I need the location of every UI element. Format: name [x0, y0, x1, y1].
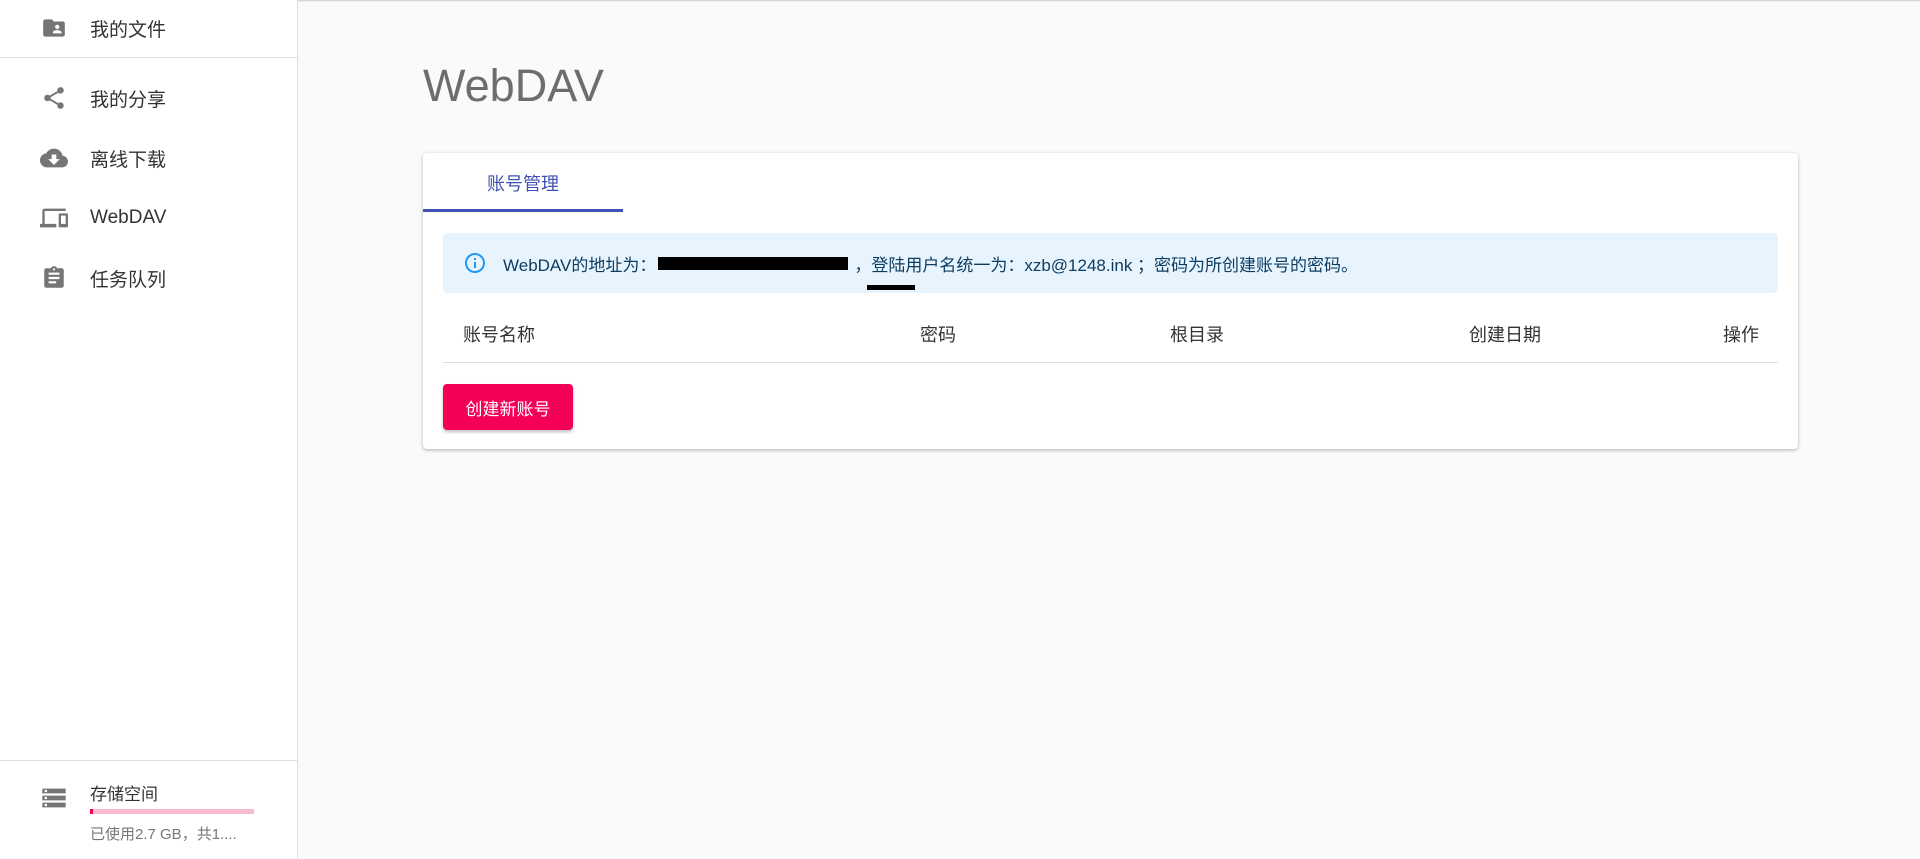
column-header-password: 密码 — [920, 325, 956, 345]
webdav-card: 账号管理 WebDAV的地址为： ， 登陆 用户名统一为：xzb@1248.in… — [423, 153, 1798, 449]
storage-usage-text: 已使用2.7 GB，共1.... — [90, 826, 237, 843]
storage-progress-fill — [90, 809, 94, 814]
info-icon — [463, 251, 487, 275]
redacted-address — [658, 256, 849, 270]
sidebar-item-my-files[interactable]: 我的文件 — [0, 4, 297, 52]
folder-shared-icon — [40, 14, 68, 42]
assignment-icon — [40, 264, 68, 292]
sidebar-item-label: 我的文件 — [90, 19, 167, 41]
storage-icon — [40, 784, 68, 812]
sidebar-item-my-shares[interactable]: 我的分享 — [0, 74, 297, 122]
alert-login-word: 登陆 — [867, 251, 916, 290]
tab-account-management[interactable]: 账号管理 — [423, 153, 623, 213]
cloud-download-icon — [40, 144, 68, 172]
alert-text-prefix: WebDAV的地址为： — [503, 255, 657, 275]
sidebar-item-webdav[interactable]: WebDAV — [0, 194, 297, 242]
sidebar-item-task-queue[interactable]: 任务队列 — [0, 254, 297, 302]
column-header-actions: 操作 — [1723, 325, 1759, 345]
sidebar-item-label: 任务队列 — [90, 269, 167, 291]
tab-indicator — [423, 209, 623, 212]
devices-icon — [40, 204, 68, 232]
sidebar-item-label: WebDAV — [90, 207, 167, 228]
sidebar-item-offline-download[interactable]: 离线下载 — [0, 134, 297, 182]
page-title: WebDAV — [423, 60, 604, 111]
sidebar-item-label: 我的分享 — [90, 89, 167, 111]
column-header-root-dir: 根目录 — [1170, 325, 1224, 345]
alert-separator: ， — [854, 255, 872, 275]
app-window: 我的文件 我的分享 离线下载 WebDAV 任务队列 存储空间 已使用2.7 G… — [0, 0, 1920, 859]
table-header: 账号名称 密码 根目录 创建日期 操作 — [443, 303, 1778, 363]
storage-progress-bar — [90, 809, 254, 814]
sidebar: 我的文件 我的分享 离线下载 WebDAV 任务队列 存储空间 已使用2.7 G… — [0, 0, 298, 859]
create-account-button[interactable]: 创建新账号 — [443, 384, 573, 430]
share-icon — [40, 84, 68, 112]
alert-text-suffix: 用户名统一为：xzb@1248.ink ；密码为所创建账号的密码。 — [905, 255, 1359, 275]
column-header-created-date: 创建日期 — [1469, 325, 1541, 345]
sidebar-divider — [0, 57, 297, 58]
sidebar-item-label: 离线下载 — [90, 149, 167, 171]
column-header-account-name: 账号名称 — [463, 325, 535, 345]
tab-bar: 账号管理 — [423, 153, 1798, 213]
storage-panel[interactable]: 存储空间 已使用2.7 GB，共1.... — [0, 760, 297, 859]
storage-title: 存储空间 — [90, 785, 158, 804]
info-alert: WebDAV的地址为： ， 登陆 用户名统一为：xzb@1248.ink ；密码… — [443, 233, 1778, 293]
